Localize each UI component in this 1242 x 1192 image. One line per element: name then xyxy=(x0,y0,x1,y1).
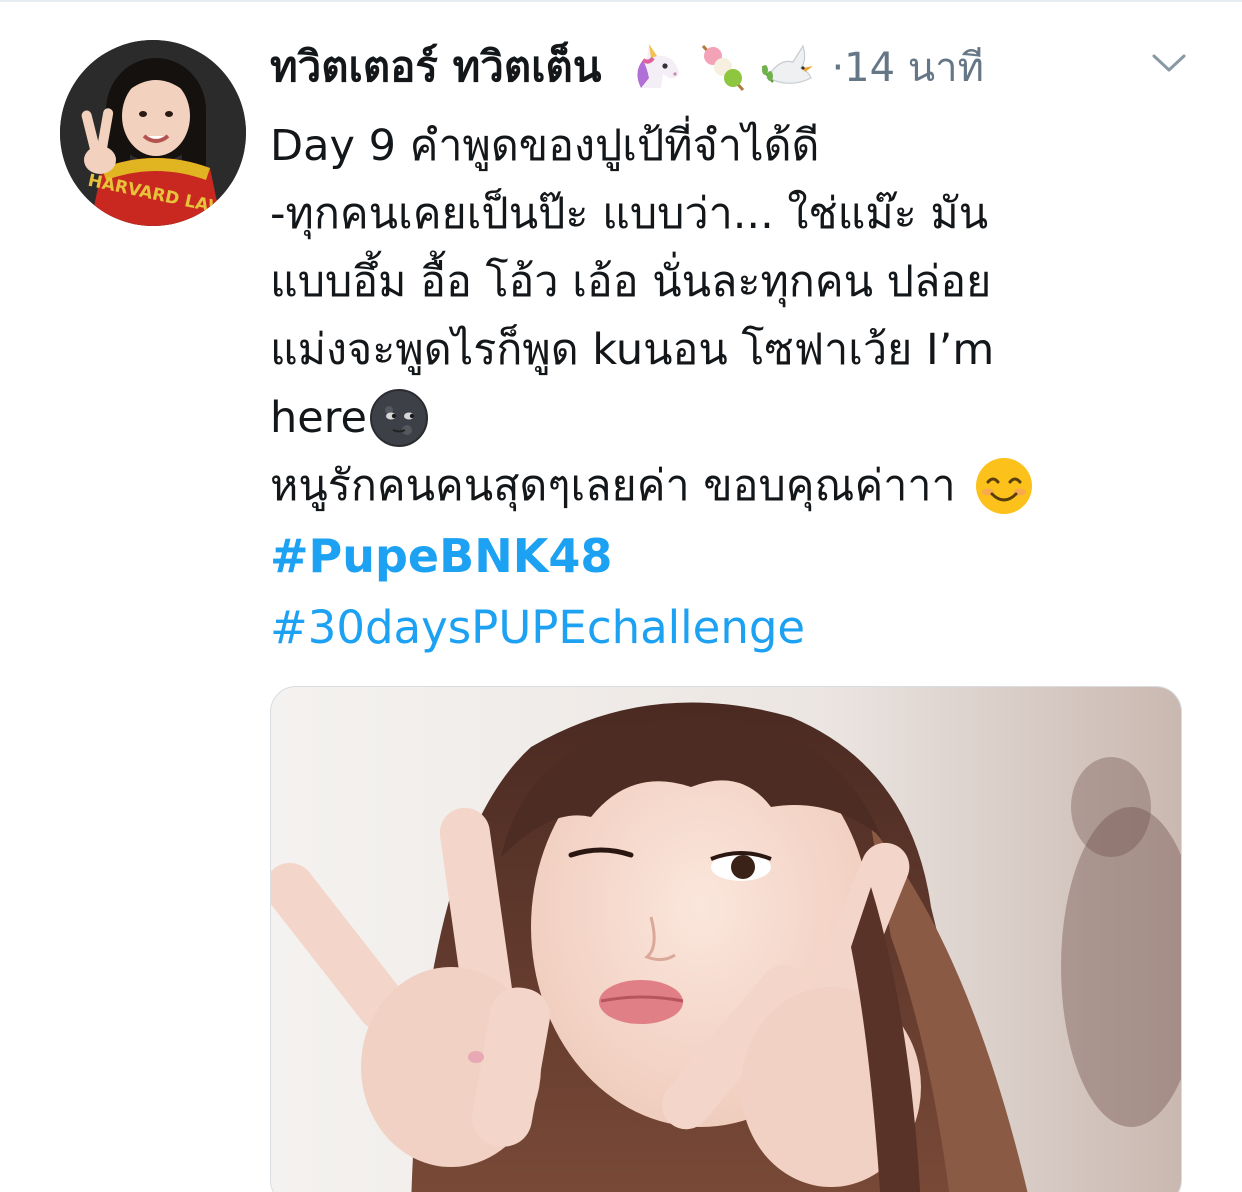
hashtag-link[interactable]: #30daysPUPEchallenge xyxy=(270,592,1200,664)
tweet-text-fragment: here xyxy=(270,393,367,443)
tweet-text-fragment: หนูรักคนคนสุดๆเลยค่า ขอบคุณค่าาา xyxy=(270,461,956,511)
smiling-face-emoji xyxy=(974,456,1034,516)
avatar-image: HARVARD LAW xyxy=(60,40,246,226)
divider xyxy=(0,0,1242,2)
tweet-text-line: Day 9 คำพูดของปูเป้ที่จำได้ดี xyxy=(270,121,820,171)
new-moon-face-emoji xyxy=(369,388,429,448)
tweet-text-line: แบบอึ้ม อื้อ โอ้ว เอ้อ นั่นละทุกคน ปล่อย xyxy=(270,257,992,307)
avatar[interactable]: HARVARD LAW xyxy=(60,40,246,226)
tweet-text-line: แม่งจะพูดไรก็พูด kuนอน โซฟาเว้ย I’m xyxy=(270,325,995,375)
dove-emoji xyxy=(759,38,817,96)
girl-peace-sign-photo xyxy=(271,687,1181,1192)
display-name[interactable]: ทวิตเตอร์ ทวิตเต็น xyxy=(270,34,601,100)
unicorn-emoji xyxy=(627,38,685,96)
dango-emoji xyxy=(693,38,751,96)
tweet-text-line-with-emoji: here xyxy=(270,384,1200,452)
name-emojis xyxy=(627,38,817,96)
timestamp[interactable]: ·14 นาที xyxy=(831,35,984,99)
tweet-text-line-with-emoji: หนูรักคนคนสุดๆเลยค่า ขอบคุณค่าาา xyxy=(270,452,1200,520)
tweet-text-line: -ทุกคนเคยเป็นป๊ะ แบบว่า... ใช่แม๊ะ มัน xyxy=(270,189,989,239)
tweet-header: ทวิตเตอร์ ทวิตเต็น ·14 นาที xyxy=(270,36,984,98)
chevron-down-icon[interactable] xyxy=(1150,52,1188,76)
hashtag-link[interactable]: #PupeBNK48 xyxy=(270,520,1200,592)
tweet-text: Day 9 คำพูดของปูเป้ที่จำได้ดี -ทุกคนเคยเ… xyxy=(270,112,1200,664)
tweet-photo[interactable] xyxy=(270,686,1182,1192)
tweet[interactable]: HARVARD LAW ทวิตเตอร์ ทวิตเต็น ·14 นาที … xyxy=(0,0,1242,1192)
